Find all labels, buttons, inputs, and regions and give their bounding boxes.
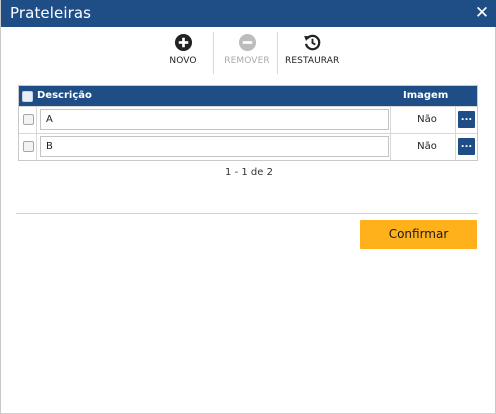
toolbar-separator <box>277 32 278 74</box>
table-row: Não ... <box>19 106 477 133</box>
remove-button[interactable]: REMOVER <box>223 30 271 74</box>
new-button[interactable]: NOVO <box>165 30 201 74</box>
toolbar: NOVO REMOVER RESTAURAR <box>1 30 496 76</box>
image-browse-button[interactable]: ... <box>458 111 475 128</box>
table-row: Não ... <box>19 133 477 160</box>
image-value: Não <box>417 114 437 125</box>
row-checkbox[interactable] <box>23 114 34 125</box>
row-checkbox[interactable] <box>23 141 34 152</box>
footer-divider <box>16 213 478 214</box>
description-input[interactable] <box>40 109 389 130</box>
pagination-info: 1 - 1 de 2 <box>225 167 273 178</box>
confirm-button[interactable]: Confirmar <box>360 220 477 249</box>
minus-circle-icon <box>238 33 256 52</box>
remove-button-label: REMOVER <box>224 56 270 66</box>
shelves-dialog: Prateleiras ✕ NOVO REMOVER RESTAURAR Des… <box>0 0 496 414</box>
image-value: Não <box>417 141 437 152</box>
column-header-image: Imagem <box>403 90 449 101</box>
restore-button[interactable]: RESTAURAR <box>285 30 339 74</box>
close-icon[interactable]: ✕ <box>473 3 491 23</box>
column-header-description: Descrição <box>37 90 92 101</box>
description-input[interactable] <box>40 136 389 157</box>
restore-button-label: RESTAURAR <box>285 56 340 66</box>
restore-history-icon <box>303 34 320 51</box>
grid-header: Descrição Imagem <box>19 86 477 106</box>
select-all-checkbox[interactable] <box>22 91 33 102</box>
new-button-label: NOVO <box>169 56 197 66</box>
dialog-titlebar: Prateleiras ✕ <box>1 0 496 27</box>
toolbar-separator <box>213 32 214 74</box>
plus-circle-icon <box>174 33 192 52</box>
shelves-grid: Descrição Imagem Não ... Não ... <box>18 85 478 161</box>
dialog-title: Prateleiras <box>10 4 92 22</box>
image-browse-button[interactable]: ... <box>458 138 475 155</box>
